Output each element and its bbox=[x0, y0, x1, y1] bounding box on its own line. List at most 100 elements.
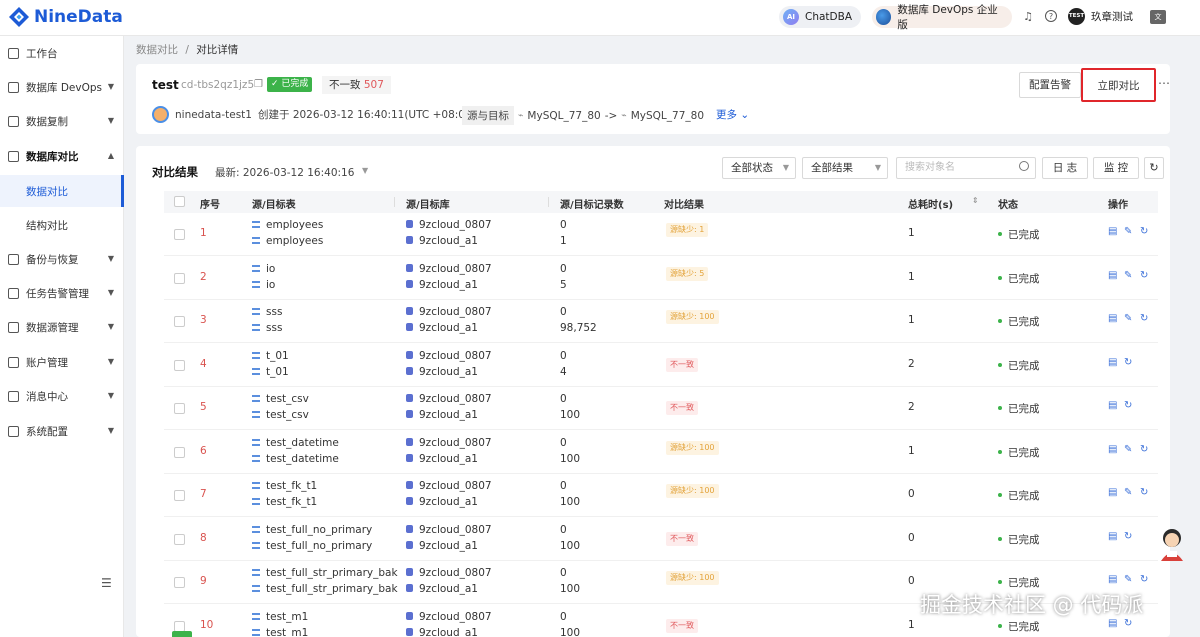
recompare-icon[interactable]: ↻ bbox=[1140, 574, 1148, 585]
recompare-icon[interactable]: ↻ bbox=[1140, 487, 1148, 498]
view-detail-icon[interactable]: ▤ bbox=[1108, 270, 1117, 281]
log-button[interactable]: 日 志 bbox=[1042, 157, 1088, 179]
scroll-indicator bbox=[172, 631, 192, 637]
run-compare-button[interactable]: 立即对比 bbox=[1081, 68, 1156, 102]
compare-result-tag[interactable]: 不一致 bbox=[666, 618, 698, 633]
recompare-icon[interactable]: ↻ bbox=[1124, 531, 1132, 542]
view-detail-icon[interactable]: ▤ bbox=[1108, 574, 1117, 585]
sidebar-item-schema-compare[interactable]: 结构对比 bbox=[0, 209, 124, 241]
compare-result-tag[interactable]: 不一致 bbox=[666, 357, 698, 372]
breadcrumb-parent[interactable]: 数据对比 bbox=[136, 44, 178, 56]
more-actions-icon[interactable]: ⋯ bbox=[1158, 76, 1170, 90]
user-menu[interactable]: TEST 玖章测试 bbox=[1068, 8, 1133, 25]
sidebar-item-workbench[interactable]: 工作台 bbox=[0, 38, 124, 68]
row-checkbox[interactable] bbox=[174, 446, 185, 458]
compare-result-tag[interactable]: 源缺少: 1 bbox=[666, 223, 709, 237]
more-link[interactable]: 更多 ⌄ bbox=[716, 107, 749, 122]
view-detail-icon[interactable]: ▤ bbox=[1108, 531, 1117, 542]
row-checkbox[interactable] bbox=[174, 359, 185, 371]
row-checkbox[interactable] bbox=[174, 533, 185, 545]
devops-edition-button[interactable]: 数据库 DevOps 企业版 bbox=[872, 4, 1012, 31]
recompare-icon[interactable]: ↻ bbox=[1124, 618, 1132, 629]
compare-result-tag[interactable]: 源缺少: 5 bbox=[666, 266, 709, 281]
row-checkbox[interactable] bbox=[174, 403, 185, 414]
sidebar-item-settings[interactable]: 系统配置 ▼ bbox=[0, 416, 124, 446]
results-card: 对比结果 最新: 2026-03-12 16:40:16 ▼ 全部状态 ▼ 全部… bbox=[136, 146, 1170, 637]
refresh-icon[interactable]: ↻ bbox=[1144, 157, 1164, 179]
chevron-down-icon[interactable]: ▼ bbox=[362, 166, 368, 175]
compare-result-tag[interactable]: 源缺少: 100 bbox=[666, 571, 719, 585]
sidebar-item-messages[interactable]: 消息中心 ▼ bbox=[0, 381, 124, 411]
sidebar-item-devops[interactable]: 数据库 DevOps ▼ bbox=[0, 72, 124, 102]
search-icon[interactable] bbox=[1019, 161, 1029, 171]
sidebar-item-account[interactable]: 账户管理 ▼ bbox=[0, 347, 124, 377]
source-datasource[interactable]: MySQL_77_80 bbox=[527, 110, 600, 122]
collapse-sidebar-icon[interactable]: ☰ bbox=[101, 576, 112, 590]
sidebar-item-db-compare[interactable]: 数据库对比 ▲ bbox=[0, 141, 124, 171]
repair-sql-icon[interactable]: ✎ bbox=[1124, 444, 1132, 455]
sidebar-item-replication[interactable]: 数据复制 ▼ bbox=[0, 106, 124, 136]
latest-run-time[interactable]: 最新: 2026-03-12 16:40:16 bbox=[215, 165, 354, 180]
row-checkbox[interactable] bbox=[174, 577, 185, 588]
recompare-icon[interactable]: ↻ bbox=[1140, 270, 1148, 281]
row-checkbox[interactable] bbox=[174, 272, 185, 284]
assistant-mascot-icon[interactable] bbox=[1158, 527, 1186, 561]
source-table: test_csv bbox=[252, 393, 309, 405]
view-detail-icon[interactable]: ▤ bbox=[1108, 226, 1117, 237]
repair-sql-icon[interactable]: ✎ bbox=[1124, 226, 1132, 237]
repair-sql-icon[interactable]: ✎ bbox=[1124, 487, 1132, 498]
view-detail-icon[interactable]: ▤ bbox=[1108, 400, 1117, 411]
view-detail-icon[interactable]: ▤ bbox=[1108, 444, 1117, 455]
chevron-down-icon: ⌄ bbox=[740, 109, 750, 121]
copy-icon[interactable]: ❐ bbox=[254, 79, 263, 90]
repair-sql-icon[interactable]: ✎ bbox=[1124, 574, 1132, 585]
select-all-checkbox[interactable] bbox=[174, 196, 185, 207]
configure-alert-button[interactable]: 配置告警 bbox=[1019, 72, 1081, 98]
recompare-icon[interactable]: ↻ bbox=[1140, 313, 1148, 324]
recompare-icon[interactable]: ↻ bbox=[1124, 357, 1132, 368]
repair-sql-icon[interactable]: ✎ bbox=[1124, 270, 1132, 281]
row-status: 已完成 bbox=[998, 619, 1040, 634]
row-status-text: 已完成 bbox=[1008, 403, 1040, 415]
compare-result-tag[interactable]: 源缺少: 100 bbox=[666, 440, 719, 455]
view-detail-icon[interactable]: ▤ bbox=[1108, 618, 1117, 629]
table-icon bbox=[252, 612, 260, 620]
chevron-down-icon: ▼ bbox=[107, 288, 114, 297]
compare-result-tag[interactable]: 源缺少: 100 bbox=[666, 310, 719, 324]
chatdba-button[interactable]: AI ChatDBA bbox=[779, 6, 861, 28]
target-datasource[interactable]: MySQL_77_80 bbox=[631, 110, 704, 122]
view-detail-icon[interactable]: ▤ bbox=[1108, 487, 1117, 498]
sidebar-item-backup[interactable]: 备份与恢复 ▼ bbox=[0, 244, 124, 274]
recompare-icon[interactable]: ↻ bbox=[1124, 400, 1132, 411]
more-label: 更多 bbox=[716, 109, 737, 121]
logo[interactable]: NineData bbox=[8, 6, 123, 28]
monitor-button[interactable]: 监 控 bbox=[1093, 157, 1139, 179]
result-filter-select[interactable]: 全部结果 ▼ bbox=[802, 157, 888, 179]
sidebar-item-alert-mgmt[interactable]: 任务告警管理 ▼ bbox=[0, 278, 124, 308]
table-icon bbox=[252, 438, 260, 446]
sidebar-item-data-compare[interactable]: 数据对比 bbox=[0, 175, 124, 207]
search-input[interactable]: 搜索对象名 bbox=[896, 157, 1036, 179]
status-filter-select[interactable]: 全部状态 ▼ bbox=[722, 157, 796, 179]
compare-result-tag[interactable]: 不一致 bbox=[666, 531, 698, 546]
view-detail-icon[interactable]: ▤ bbox=[1108, 313, 1117, 324]
row-checkbox[interactable] bbox=[174, 490, 185, 501]
language-icon[interactable]: 文 bbox=[1150, 10, 1166, 24]
row-checkbox[interactable] bbox=[174, 316, 185, 327]
column-header[interactable]: 总耗时(s) bbox=[908, 196, 953, 211]
view-detail-icon[interactable]: ▤ bbox=[1108, 357, 1117, 368]
target-table-name: test_full_no_primary bbox=[266, 539, 373, 552]
row-checkbox[interactable] bbox=[174, 620, 185, 632]
sidebar-item-datasource[interactable]: 数据源管理 ▼ bbox=[0, 312, 124, 342]
sort-icon[interactable]: ⇕ bbox=[972, 196, 979, 205]
compare-result-tag[interactable]: 不一致 bbox=[666, 401, 698, 415]
row-checkbox[interactable] bbox=[174, 229, 185, 240]
recompare-icon[interactable]: ↻ bbox=[1140, 226, 1148, 237]
user-name: 玖章测试 bbox=[1091, 11, 1133, 23]
help-icon[interactable]: ? bbox=[1045, 10, 1057, 22]
bell-icon[interactable]: ♫ bbox=[1021, 10, 1035, 24]
repair-sql-icon[interactable]: ✎ bbox=[1124, 313, 1132, 324]
compare-result-tag[interactable]: 源缺少: 100 bbox=[666, 484, 719, 498]
breadcrumb-current: 对比详情 bbox=[196, 44, 239, 56]
recompare-icon[interactable]: ↻ bbox=[1140, 444, 1148, 455]
